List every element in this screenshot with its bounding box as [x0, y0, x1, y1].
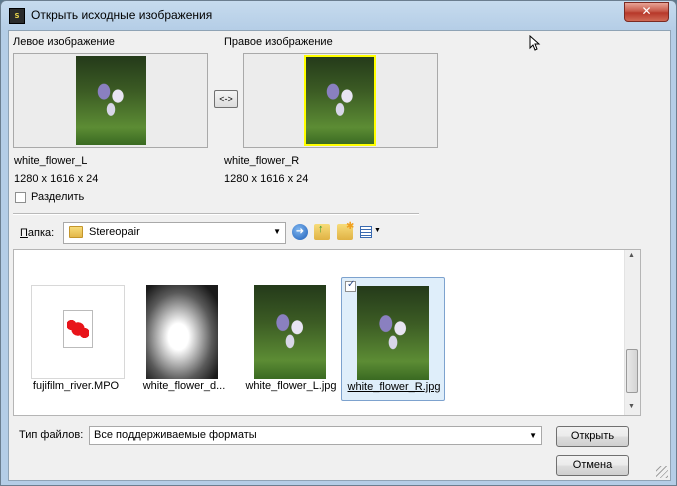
close-icon: ✕: [641, 4, 652, 18]
generic-file-icon: [63, 310, 93, 348]
up-folder-icon[interactable]: ↑: [314, 223, 330, 240]
file-type-label: Тип файлов:: [19, 429, 84, 441]
file-item-white-flower-l[interactable]: white_flower_L.jpg: [239, 276, 343, 400]
split-checkbox[interactable]: [15, 192, 26, 203]
swap-images-button[interactable]: <->: [214, 90, 238, 108]
right-image-header: Правое изображение: [224, 36, 333, 48]
right-image-preview: [243, 53, 438, 148]
title-bar[interactable]: S Открыть исходные изображения ✕: [1, 1, 676, 29]
file-type-combo[interactable]: Все поддерживаемые форматы ▼: [89, 426, 542, 445]
file-thumbnail: [254, 285, 326, 379]
open-button[interactable]: Открыть: [556, 426, 629, 447]
section-divider: [13, 213, 419, 215]
file-thumbnail: [31, 285, 125, 379]
close-button[interactable]: ✕: [624, 2, 669, 22]
cancel-button[interactable]: Отмена: [556, 455, 629, 476]
file-thumbnail: [146, 285, 218, 379]
file-item-white-flower-r[interactable]: ✓ white_flower_R.jpg: [341, 277, 445, 401]
left-image-preview: [13, 53, 208, 148]
file-list-scrollbar[interactable]: ▲ ▼: [624, 250, 640, 415]
left-image-thumbnail: [76, 56, 146, 145]
folder-label: Папка:: [20, 227, 55, 239]
file-item-fujifilm-river[interactable]: fujifilm_river.MPO: [24, 276, 128, 400]
folder-combo[interactable]: Stereopair ▼: [63, 222, 286, 244]
file-list[interactable]: fujifilm_river.MPO white_flower_d... whi…: [13, 249, 641, 416]
window-title: Открыть исходные изображения: [31, 8, 213, 22]
file-name: fujifilm_river.MPO: [32, 380, 120, 392]
left-image-header: Левое изображение: [13, 36, 115, 48]
file-thumbnail: [357, 286, 429, 380]
scrollbar-thumb[interactable]: [626, 349, 638, 393]
file-name: white_flower_R.jpg: [347, 381, 441, 393]
right-image-size: 1280 x 1616 x 24: [224, 173, 309, 185]
back-icon[interactable]: ➜: [292, 224, 308, 240]
left-image-name: white_flower_L: [14, 155, 88, 167]
folder-name: Stereopair: [89, 226, 140, 238]
app-logo-icon: [67, 319, 89, 339]
file-item-white-flower-depth[interactable]: white_flower_d...: [132, 276, 236, 400]
chevron-down-icon: ▼: [273, 227, 281, 236]
right-image-name: white_flower_R: [224, 155, 300, 167]
chevron-down-icon: ▼: [529, 431, 537, 440]
left-image-size: 1280 x 1616 x 24: [14, 173, 99, 185]
folder-icon: [69, 226, 83, 238]
view-menu-icon[interactable]: ▼: [360, 224, 382, 240]
file-name: white_flower_L.jpg: [245, 380, 337, 392]
new-folder-icon[interactable]: ✱: [337, 221, 354, 240]
scroll-up-icon[interactable]: ▲: [628, 252, 635, 259]
split-checkbox-label: Разделить: [31, 191, 85, 203]
app-icon: S: [9, 8, 25, 24]
mouse-cursor-icon: [529, 34, 541, 51]
dialog-client: Левое изображение white_flower_L 1280 x …: [8, 30, 671, 481]
right-image-thumbnail: [304, 55, 376, 146]
file-select-checkbox[interactable]: ✓: [345, 279, 356, 292]
resize-grip[interactable]: [656, 466, 668, 478]
file-name: white_flower_d...: [142, 380, 226, 392]
dialog-window: S Открыть исходные изображения ✕ Левое и…: [0, 0, 677, 486]
scroll-down-icon[interactable]: ▼: [628, 403, 635, 410]
file-type-value: Все поддерживаемые форматы: [94, 429, 257, 441]
